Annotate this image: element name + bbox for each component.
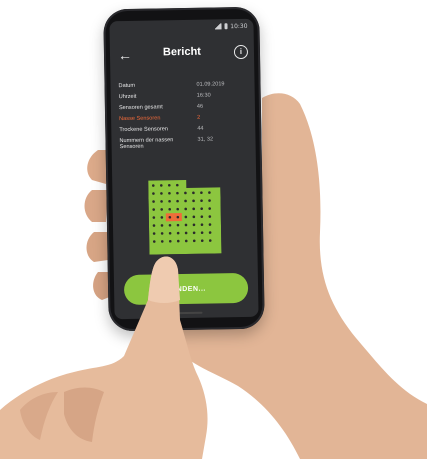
photo-scene: 10:30 ← Bericht i Datum 01.09.2019 Uhrzeit… [0, 0, 427, 459]
pointing-hand [0, 256, 208, 459]
